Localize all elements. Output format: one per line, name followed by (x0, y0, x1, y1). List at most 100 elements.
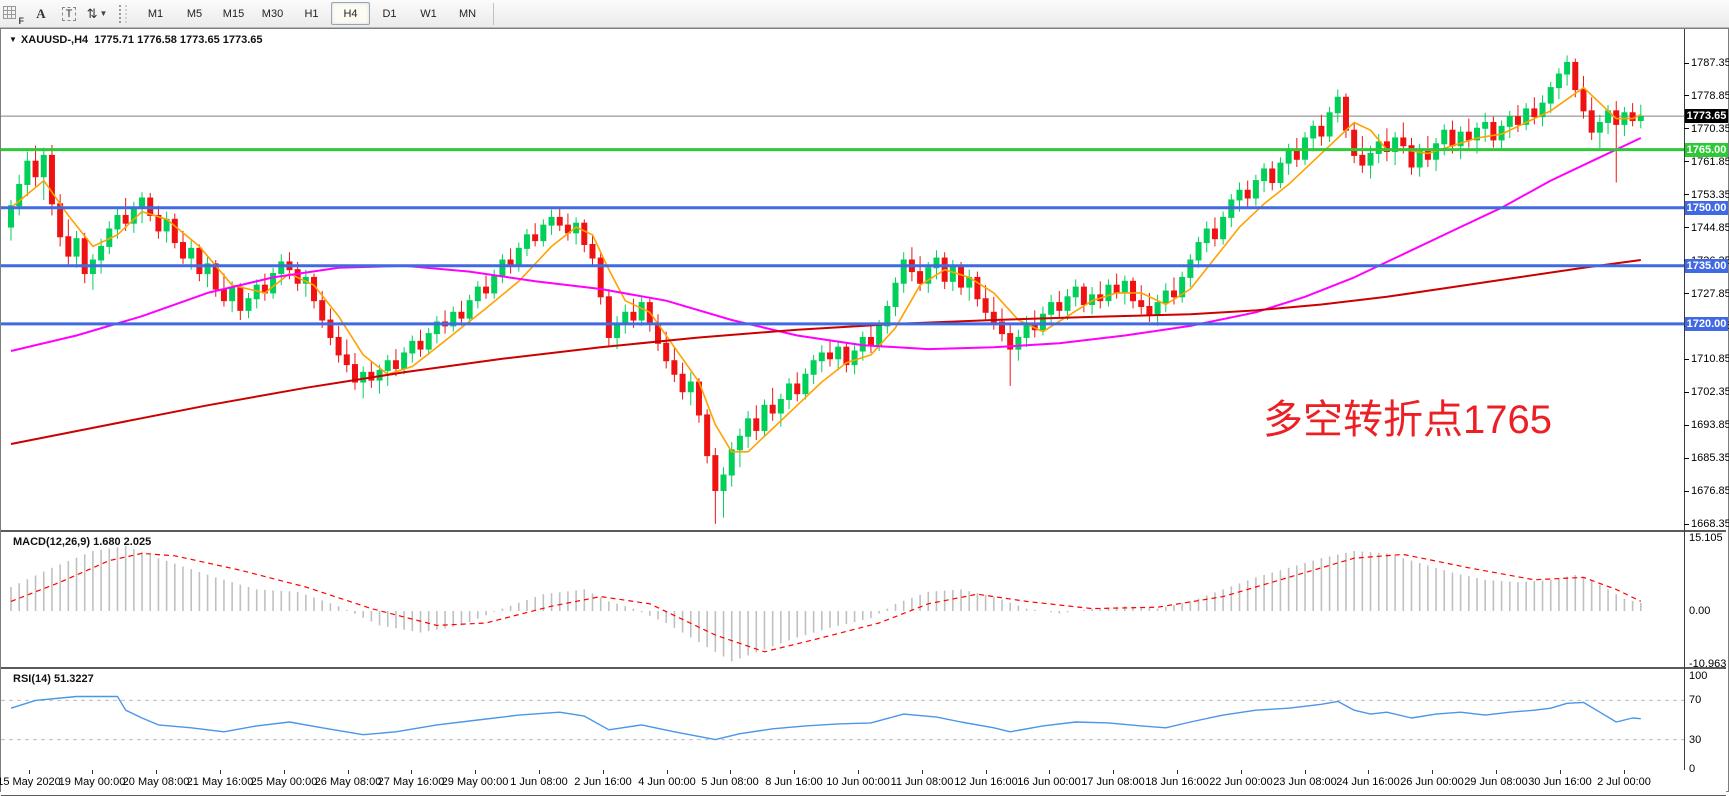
timeframe-button-m30[interactable]: M30 (253, 2, 292, 25)
toolbar-grip[interactable] (119, 5, 127, 23)
rsi-scale-label: 0 (1689, 763, 1695, 775)
price-tick-mark (1684, 392, 1689, 393)
candle-body (1360, 155, 1365, 165)
price-tick-label: 1744.85 (1691, 222, 1729, 234)
date-label: 18 Jun 16:00 (1145, 776, 1209, 788)
candle-body (959, 266, 964, 287)
dropdown-caret-icon[interactable]: ▼ (99, 9, 107, 18)
candle-body (1319, 126, 1324, 136)
price-tick-label: 1702.35 (1691, 386, 1729, 398)
candle-body (1253, 181, 1258, 198)
text-box-t-icon[interactable]: T (56, 2, 82, 26)
candle-body (221, 289, 226, 301)
candle-body (1532, 109, 1537, 117)
cursor-arrows-icon[interactable]: ⇅ ▼ (84, 2, 110, 26)
candle-body (1483, 122, 1488, 128)
candle-body (1573, 62, 1578, 89)
price-tick-label: 1761.85 (1691, 156, 1729, 168)
date-label: 22 Jun 00:00 (1209, 776, 1273, 788)
timeframe-button-m15[interactable]: M15 (214, 2, 253, 25)
price-tick-label: 1693.85 (1691, 419, 1729, 431)
price-tick-mark (1684, 425, 1689, 426)
candle-body (729, 450, 734, 475)
candle-body (238, 287, 243, 310)
candle-body (524, 235, 529, 249)
time-tick-mark (1368, 770, 1369, 774)
time-tick-mark (29, 770, 30, 774)
symbol-dropdown-icon[interactable]: ▼ (9, 35, 17, 44)
date-label: 2 Jul 00:00 (1597, 776, 1651, 788)
text-label-a-icon[interactable]: A (28, 2, 54, 26)
time-tick-mark (730, 770, 731, 774)
macd-label: MACD(12,26,9) 1.680 2.025 (13, 536, 151, 548)
date-label: 26 May 08:00 (315, 776, 382, 788)
macd-chart[interactable] (1, 532, 1684, 667)
date-label: 11 Jun 08:00 (891, 776, 954, 788)
rsi-line (11, 697, 1641, 740)
candle-body (484, 287, 489, 293)
candle-body (49, 155, 54, 203)
timeframe-button-m5[interactable]: M5 (175, 2, 214, 25)
chart-window: ▼XAUUSD-,H4 1775.71 1776.58 1773.65 1773… (0, 28, 1729, 792)
price-tick-label: 1710.85 (1691, 353, 1729, 365)
candle-body (852, 351, 857, 365)
candle-body (1024, 324, 1029, 338)
candle-body (868, 337, 873, 345)
candle-body (754, 419, 759, 431)
candle-body (836, 347, 841, 359)
timeframe-button-w1[interactable]: W1 (409, 2, 448, 25)
candle-body (582, 223, 587, 244)
candle-body (25, 161, 30, 184)
time-tick-mark (1496, 770, 1497, 774)
candle-body (1147, 306, 1152, 314)
rsi-scale-label: 70 (1689, 694, 1701, 706)
candle-body (1057, 303, 1062, 311)
candle-body (393, 361, 398, 369)
main-price-pane[interactable]: ▼XAUUSD-,H4 1775.71 1776.58 1773.65 1773… (1, 29, 1726, 532)
candle-body (983, 299, 988, 313)
candle-body (459, 312, 464, 318)
candle-body (197, 248, 202, 273)
time-axis[interactable]: 15 May 202019 May 00:0020 May 08:0021 Ma… (1, 770, 1726, 791)
price-scale[interactable]: 1787.351778.851770.351761.851753.351744.… (1684, 29, 1728, 791)
candle-body (787, 384, 792, 399)
candle-body (1507, 117, 1512, 127)
candle-body (705, 415, 710, 456)
candle-body (1139, 301, 1144, 307)
candle-body (410, 341, 415, 353)
candle-body (1212, 229, 1217, 239)
candle-body (803, 374, 808, 393)
price-tick-mark (1684, 63, 1689, 64)
timeframe-button-m1[interactable]: M1 (136, 2, 175, 25)
timeframe-button-h1[interactable]: H1 (292, 2, 331, 25)
timeframe-button-d1[interactable]: D1 (370, 2, 409, 25)
date-label: 26 Jun 00:00 (1400, 776, 1464, 788)
candle-body (721, 475, 726, 490)
candle-body (41, 155, 46, 176)
timeframe-button-mn[interactable]: MN (448, 2, 487, 25)
candle-body (1204, 229, 1209, 243)
macd-scale-label: 15.105 (1689, 532, 1723, 544)
candle-body (1131, 281, 1136, 300)
candle-body (418, 341, 423, 349)
candle-body (1122, 281, 1127, 293)
date-label: 8 Jun 16:00 (765, 776, 823, 788)
candle-body (1311, 126, 1316, 138)
candle-body (1335, 97, 1340, 112)
candle-body (189, 248, 194, 258)
candle-body (672, 361, 677, 375)
candle-body (1106, 285, 1111, 300)
candlestick-chart[interactable] (1, 29, 1684, 530)
macd-scale-label: -10.963 (1689, 658, 1726, 670)
annotation-text[interactable]: 多空转折点1765 (1263, 399, 1552, 441)
timeframe-button-h4[interactable]: H4 (331, 2, 370, 25)
time-tick-mark (1432, 770, 1433, 774)
candle-body (1221, 217, 1226, 238)
rsi-label: RSI(14) 51.3227 (13, 673, 94, 685)
macd-pane[interactable]: MACD(12,26,9) 1.680 2.025 (1, 532, 1726, 669)
date-label: 10 Jun 00:00 (826, 776, 890, 788)
candle-body (66, 237, 71, 256)
chart-grid-f-icon[interactable]: F (0, 2, 26, 26)
date-label: 2 Jun 16:00 (574, 776, 632, 788)
candle-body (688, 382, 693, 392)
